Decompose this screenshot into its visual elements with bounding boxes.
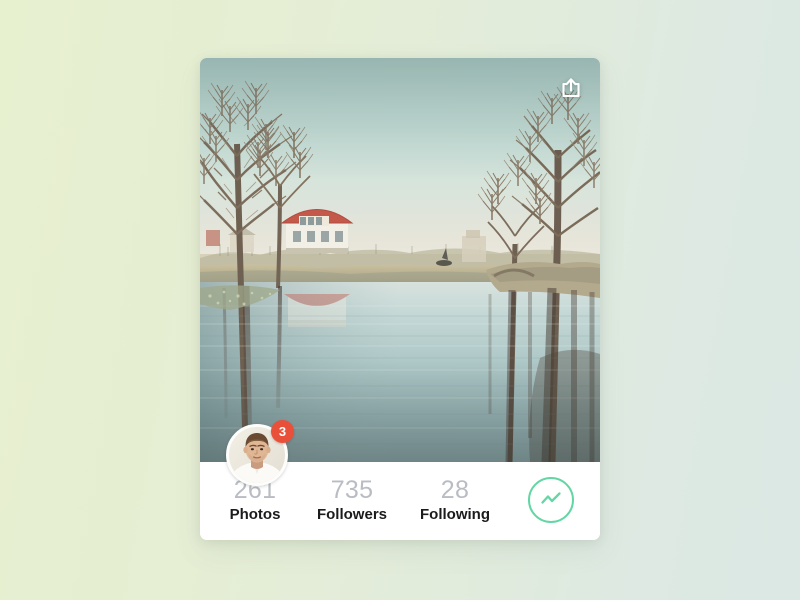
stat-photos-label: Photos <box>229 506 281 523</box>
share-button[interactable] <box>558 75 584 101</box>
stat-following-value: 28 <box>440 476 470 504</box>
stat-following-label: Following <box>420 506 490 523</box>
stat-followers[interactable]: 735 Followers <box>309 477 395 524</box>
stat-followers-label: Followers <box>316 506 387 523</box>
avatar-wrapper[interactable]: 3 <box>226 420 294 486</box>
activity-button[interactable] <box>528 477 574 523</box>
activity-chart-icon <box>541 492 561 504</box>
cover-photo[interactable] <box>200 58 600 462</box>
cover-photo-illustration <box>200 58 600 462</box>
stat-following[interactable]: 28 Following <box>416 477 494 524</box>
share-icon <box>562 78 580 98</box>
notification-badge: 3 <box>271 420 294 443</box>
stat-followers-value: 735 <box>330 476 374 504</box>
